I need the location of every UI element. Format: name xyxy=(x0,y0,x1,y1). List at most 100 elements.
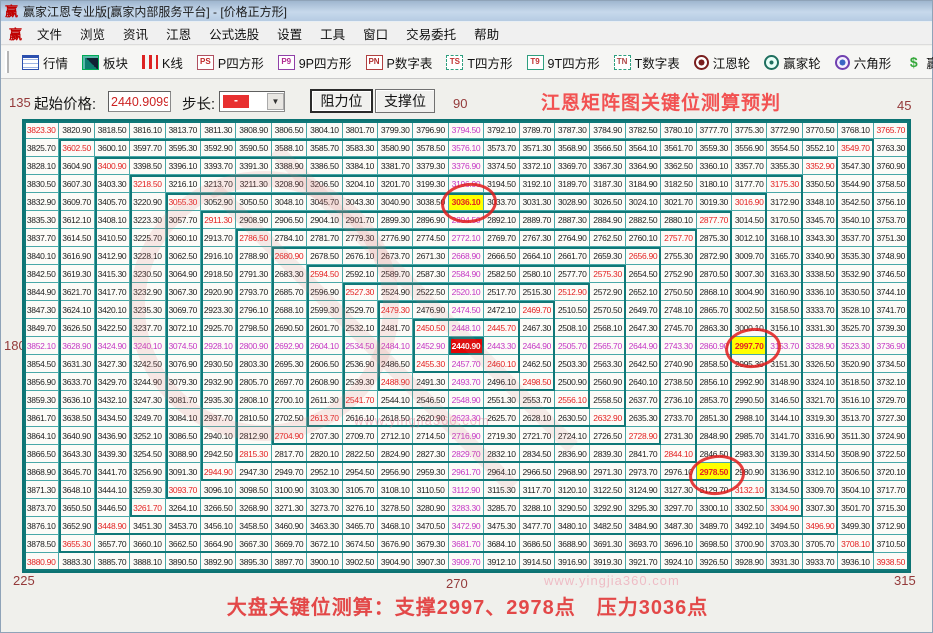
grid-cell: 2949.70 xyxy=(272,463,307,481)
menu-item-浏览[interactable]: 浏览 xyxy=(71,22,114,45)
grid-cell: 3340.90 xyxy=(803,247,838,265)
grid-cell: 3554.50 xyxy=(767,139,802,157)
grid-cell: 3732.10 xyxy=(874,373,909,391)
grid-cell: 2865.70 xyxy=(697,301,732,319)
toolbar-item-P四方形[interactable]: PSP四方形 xyxy=(190,49,271,75)
grid-cell: 2836.90 xyxy=(555,445,590,463)
grid-cell: 3880.90 xyxy=(24,553,59,571)
toolbar-item-P数字表[interactable]: PNP数字表 xyxy=(359,49,440,75)
grid-cell: 3830.50 xyxy=(24,175,59,193)
menu-item-交易委托[interactable]: 交易委托 xyxy=(397,22,465,45)
grid-cell: 3576.10 xyxy=(449,139,484,157)
grid-cell: 3427.30 xyxy=(95,355,130,373)
grid-cell: 3698.50 xyxy=(697,535,732,553)
grid-cell: 2721.70 xyxy=(520,427,555,445)
grid-cell: 3621.70 xyxy=(59,283,94,301)
grid-cell: 3129.70 xyxy=(697,481,732,499)
menu-item-帮助[interactable]: 帮助 xyxy=(465,22,508,45)
grid-cell: 3062.50 xyxy=(166,247,201,265)
grid-cell: 2484.10 xyxy=(378,337,413,355)
menu-item-窗口[interactable]: 窗口 xyxy=(354,22,397,45)
start-price-input[interactable] xyxy=(108,91,171,112)
grid-cell: 3916.90 xyxy=(555,553,590,571)
angle-label-270: 270 xyxy=(446,576,468,591)
grid-cell: 3751.30 xyxy=(874,229,909,247)
toolbar-item-T数字表[interactable]: TNT数字表 xyxy=(607,49,687,75)
chevron-down-icon[interactable]: ▼ xyxy=(267,93,284,110)
grid-cell: 2740.90 xyxy=(661,355,696,373)
grid-cell: 3350.50 xyxy=(803,175,838,193)
grid-cell: 3244.90 xyxy=(130,373,165,391)
grid-cell: 2952.10 xyxy=(307,463,342,481)
grid-cell: 3206.50 xyxy=(307,175,342,193)
grid-cell: 2608.90 xyxy=(307,373,342,391)
grid-cell: 2956.90 xyxy=(378,463,413,481)
menu-item-公式选股[interactable]: 公式选股 xyxy=(200,22,268,45)
grid-cell: 2894.50 xyxy=(449,211,484,229)
toolbar-item-T四方形[interactable]: TST四方形 xyxy=(439,49,519,75)
grid-cell: 2858.50 xyxy=(697,355,732,373)
menu-item-工具[interactable]: 工具 xyxy=(311,22,354,45)
grid-cell: 2640.10 xyxy=(626,373,661,391)
toolbar-item-六角形[interactable]: 六角形 xyxy=(828,49,899,75)
menu-item-江恩[interactable]: 江恩 xyxy=(157,22,200,45)
resistance-button[interactable]: 阻力位 xyxy=(310,89,373,113)
grid-cell: 2812.90 xyxy=(236,427,271,445)
support-button[interactable]: 支撑位 xyxy=(375,89,435,113)
grid-cell: 2712.10 xyxy=(378,427,413,445)
grid-cell: 2707.30 xyxy=(307,427,342,445)
grid-cell: 3602.50 xyxy=(59,139,94,157)
grid-cell: 3434.50 xyxy=(95,409,130,427)
grid-cell: 2695.30 xyxy=(272,355,307,373)
grid-cell: 2942.50 xyxy=(201,445,236,463)
toolbar-item-江恩轮[interactable]: 江恩轮 xyxy=(687,49,758,75)
step-dropdown[interactable]: - ▼ xyxy=(219,91,285,112)
price-grid: 3823.303820.903818.503816.103813.703811.… xyxy=(24,121,909,571)
toolbar-item-K线[interactable]: K线 xyxy=(135,49,190,75)
app-logo-icon: 赢 xyxy=(5,5,18,18)
grid-cell: 3480.10 xyxy=(555,517,590,535)
toolbar-item-赢家轮[interactable]: 赢家轮 xyxy=(757,49,828,75)
grid-cell: 3160.90 xyxy=(767,283,802,301)
toolbar-item-label: P四方形 xyxy=(218,53,264,72)
menu-item-资讯[interactable]: 资讯 xyxy=(114,22,157,45)
grid-cell: 3096.10 xyxy=(201,481,236,499)
pn-badge: PN xyxy=(366,55,383,70)
angle-label-90: 90 xyxy=(453,96,467,111)
grid-cell: 2911.30 xyxy=(201,211,236,229)
toolbar-item-板块[interactable]: 板块 xyxy=(75,49,135,75)
toolbar-item-行情[interactable]: 行情 xyxy=(15,49,75,75)
grid-cell: 2642.50 xyxy=(626,355,661,373)
grid-cell: 3864.10 xyxy=(24,427,59,445)
grid-cell: 3204.10 xyxy=(343,175,378,193)
grid-cell: 2697.70 xyxy=(272,373,307,391)
grid-cell: 3693.70 xyxy=(626,535,661,553)
grid-cell: 2644.90 xyxy=(626,337,661,355)
toolbar-grip-icon xyxy=(5,51,9,73)
grid-cell: 3254.50 xyxy=(130,445,165,463)
toolbar-item-9P四方形[interactable]: P99P四方形 xyxy=(271,49,359,75)
grid-cell: 3453.70 xyxy=(166,517,201,535)
grid-cell: 2714.50 xyxy=(413,427,448,445)
grid-cell: 2469.70 xyxy=(520,301,555,319)
grid-cell: 3489.70 xyxy=(697,517,732,535)
grid-cell: 2856.10 xyxy=(697,373,732,391)
menu-item-文件[interactable]: 文件 xyxy=(28,22,71,45)
toolbar-item-赢家服务[interactable]: $赢家服务 xyxy=(898,49,933,75)
grid-cell: 3595.30 xyxy=(166,139,201,157)
grid-cell: 3482.50 xyxy=(590,517,625,535)
menu-item-设置[interactable]: 设置 xyxy=(268,22,311,45)
grid-cell: 2512.90 xyxy=(555,283,590,301)
toolbar-item-9T四方形[interactable]: T99T四方形 xyxy=(520,49,607,75)
angle-label-45: 45 xyxy=(897,98,911,113)
grid-cell: 3009.70 xyxy=(732,247,767,265)
grid-cell: 3900.10 xyxy=(307,553,342,571)
grid-cell: 2750.50 xyxy=(661,283,696,301)
grid-cell: 3928.90 xyxy=(732,553,767,571)
grid-cell: 2870.50 xyxy=(697,265,732,283)
grid-cell: 2452.90 xyxy=(413,337,448,355)
grid-cell: 3861.70 xyxy=(24,409,59,427)
grid-cell: 3547.30 xyxy=(838,157,873,175)
grid-cell: 2884.90 xyxy=(590,211,625,229)
grid-cell: 2520.10 xyxy=(449,283,484,301)
